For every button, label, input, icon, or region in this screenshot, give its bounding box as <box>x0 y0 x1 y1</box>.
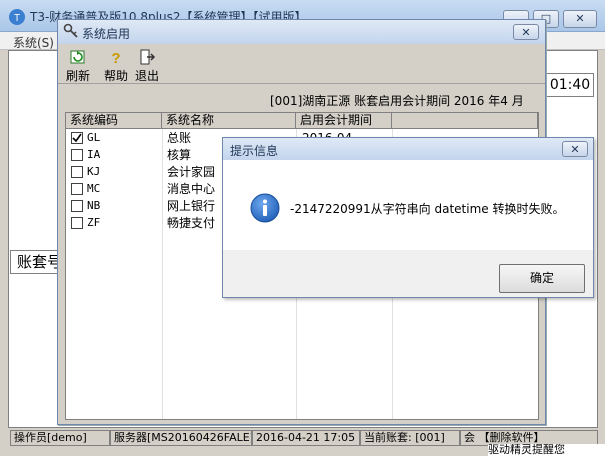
row-name: 会计家园 <box>167 165 216 179</box>
clock-display: 01:40 <box>546 73 594 97</box>
exit-label: 退出 <box>134 69 159 83</box>
row-checkbox[interactable] <box>71 149 83 161</box>
message-dialog-titlebar: 提示信息 ✕ <box>223 138 593 160</box>
row-checkbox[interactable] <box>71 166 83 178</box>
row-checkbox[interactable] <box>71 200 83 212</box>
refresh-label: 刷新 <box>65 69 90 83</box>
row-code: NB <box>87 199 101 212</box>
svg-text:T: T <box>14 13 20 24</box>
ok-button[interactable]: 确定 <box>499 264 585 293</box>
row-code: GL <box>87 131 101 144</box>
info-icon <box>250 193 280 223</box>
column-header-period[interactable]: 启用会计期间 <box>296 113 392 129</box>
bottom-notice: 驱动精灵提醒您 <box>488 444 605 456</box>
row-checkbox[interactable] <box>71 183 83 195</box>
app-logo-icon: T <box>9 9 25 25</box>
row-name: 网上银行 <box>167 199 216 213</box>
row-checkbox[interactable] <box>71 132 83 144</box>
refresh-button[interactable]: 刷新 <box>60 46 96 83</box>
refresh-icon <box>70 50 85 64</box>
status-server: 服务器[MS20160426FALE] <box>110 430 252 446</box>
exit-button[interactable]: 退出 <box>129 46 165 83</box>
help-icon: ? <box>111 50 120 66</box>
exit-icon <box>140 49 156 65</box>
main-close-button[interactable]: ✕ <box>563 10 597 28</box>
row-code: MC <box>87 182 101 195</box>
svg-text:?: ? <box>111 50 120 66</box>
column-header-name[interactable]: 系统名称 <box>162 113 296 129</box>
row-code: KJ <box>87 165 101 178</box>
menu-system[interactable]: 系统(S) <box>13 34 54 51</box>
row-name: 畅捷支付 <box>167 216 216 230</box>
account-period-text: [001]湖南正源 账套启用会计期间 2016 年4 月 <box>270 94 524 108</box>
row-code: ZF <box>87 216 101 229</box>
message-body: -2147220991从字符串向 datetime 转换时失败。 <box>223 160 593 250</box>
column-header-code[interactable]: 系统编码 <box>66 113 162 129</box>
row-name: 总账 <box>167 131 192 145</box>
key-icon <box>63 23 78 38</box>
message-dialog-title: 提示信息 <box>230 144 279 158</box>
status-operator: 操作员[demo] <box>10 430 110 446</box>
system-dialog-title: 系统启用 <box>82 27 131 41</box>
message-text: -2147220991从字符串向 datetime 转换时失败。 <box>290 202 565 216</box>
system-dialog-titlebar: 系统启用 ✕ <box>58 20 545 44</box>
system-toolbar: 刷新 ? 帮助 退出 <box>58 44 545 84</box>
check-icon <box>72 133 82 143</box>
message-dialog: 提示信息 ✕ -2147220991从字符串向 datetime 转换时失败。 … <box>222 137 594 298</box>
row-name: 消息中心 <box>167 182 216 196</box>
row-checkbox[interactable] <box>71 217 83 229</box>
row-name: 核算 <box>167 148 192 162</box>
system-dialog-close-button[interactable]: ✕ <box>513 24 539 40</box>
status-current-account: 当前账套: [001] <box>360 430 460 446</box>
column-header-blank <box>392 113 538 129</box>
message-dialog-close-button[interactable]: ✕ <box>562 141 588 157</box>
status-datetime: 2016-04-21 17:05 <box>252 430 360 446</box>
row-code: IA <box>87 148 101 161</box>
